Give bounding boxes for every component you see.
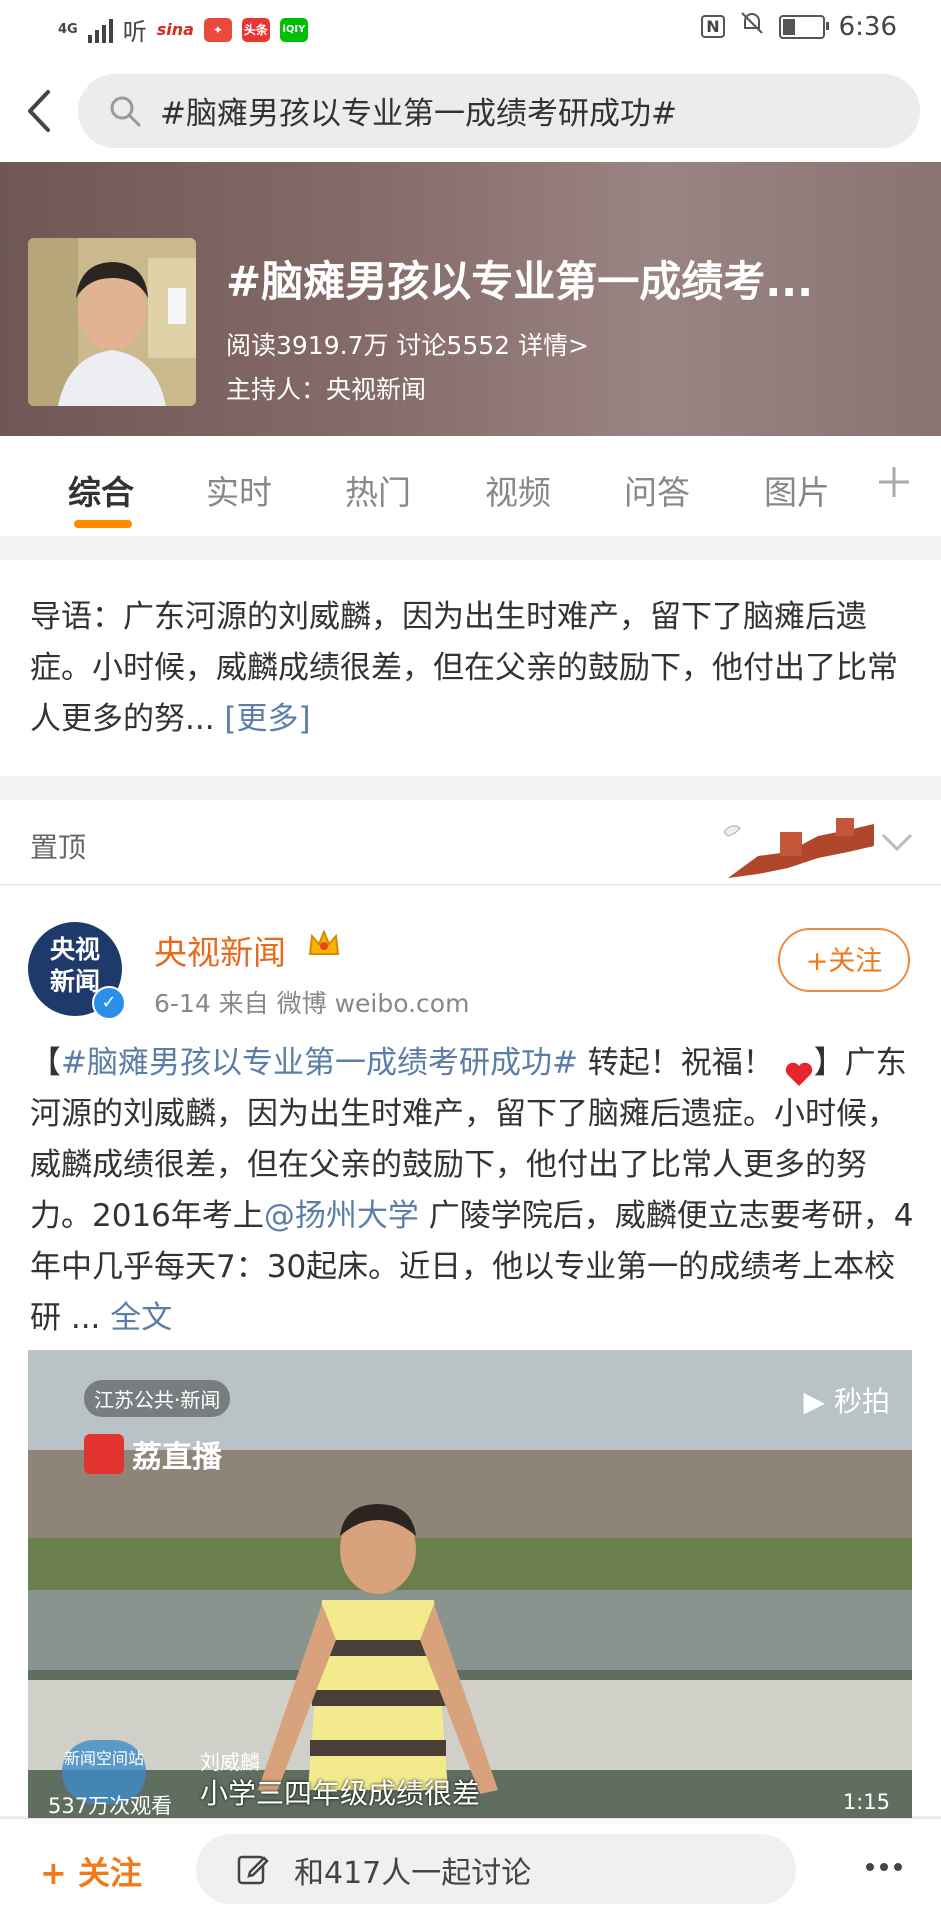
video-view-count: 537万次观看	[48, 1794, 173, 1818]
subtitle-name-tag: 刘威麟	[200, 1750, 260, 1774]
signal-icon	[87, 17, 113, 43]
bottom-follow-button[interactable]: + 关注	[40, 1848, 142, 1894]
active-tab-indicator	[74, 520, 132, 528]
tab-qa[interactable]: 问答	[624, 466, 690, 514]
miaopai-label: 秒拍	[833, 1385, 890, 1418]
search-icon	[108, 94, 142, 128]
great-wall-decoration-icon	[718, 812, 878, 880]
iqiyi-app-icon: iQIY	[279, 17, 308, 42]
more-dots-icon[interactable]	[864, 1858, 904, 1871]
pinned-label: 置顶	[30, 831, 87, 864]
battery-icon	[778, 14, 829, 39]
video-duration: 1:15	[842, 1790, 890, 1814]
ting-app-icon: 听	[122, 18, 147, 46]
post-text-part1: 转起！祝福！	[577, 1045, 774, 1081]
status-right: N 6:36	[701, 10, 897, 43]
plus-icon[interactable]	[876, 464, 912, 500]
tab-hot[interactable]: 热门	[345, 466, 411, 514]
toutiao-app-icon: 头条	[241, 17, 270, 42]
avatar-text-line2: 新闻	[49, 967, 100, 996]
post-meta: 6-14 来自 微博 weibo.com	[154, 989, 470, 1018]
post-text: 【#脑瘫男孩以专业第一成绩考研成功# 转起！祝福！ 】广东河源的刘威麟，因为出生…	[30, 1038, 916, 1344]
status-left: 4G 听 sina ✦ 头条 iQIY	[58, 12, 308, 47]
tab-realtime[interactable]: 实时	[206, 466, 272, 514]
network-label: 4G	[58, 22, 78, 37]
topic-intro-text: 导语：广东河源的刘威麟，因为出生时难产，留下了脑瘫后遗症。小时候，威麟成绩很差，…	[30, 592, 910, 745]
nfc-icon: N	[701, 15, 725, 38]
lizhibo-label: 荔直播	[132, 1440, 222, 1475]
full-text-link[interactable]: 全文	[110, 1300, 172, 1336]
post-text-prefix: 【	[30, 1045, 61, 1081]
topic-avatar[interactable]	[28, 238, 196, 406]
video-player[interactable]: 江苏公共·新闻 荔直播 ▶ 秒拍 新闻空间站 刘威麟 小学三四年级成绩很差 53…	[28, 1350, 912, 1818]
avatar-text-line1: 央视	[49, 935, 100, 964]
lizhibo-play-icon	[84, 1434, 124, 1474]
lizhibo-logo: 荔直播	[84, 1432, 222, 1476]
tab-video[interactable]: 视频	[485, 466, 551, 514]
mute-bell-icon	[739, 10, 765, 43]
intro-body: 导语：广东河源的刘威麟，因为出生时难产，留下了脑瘫后遗症。小时候，威麟成绩很差，…	[30, 599, 898, 737]
intro-more-link[interactable]: [更多]	[224, 701, 310, 737]
follow-button[interactable]: +关注	[778, 928, 910, 992]
verified-badge-icon: ✓	[92, 986, 126, 1020]
crown-icon	[306, 926, 342, 962]
search-query[interactable]: #脑瘫男孩以专业第一成绩考研成功#	[160, 88, 677, 133]
tab-images[interactable]: 图片	[764, 466, 830, 514]
post-hashtag[interactable]: #脑瘫男孩以专业第一成绩考研成功#	[61, 1045, 578, 1081]
clock-time: 6:36	[838, 11, 897, 42]
heart-icon	[784, 1052, 814, 1086]
video-child-figure	[258, 1504, 498, 1794]
video-caption: 小学三四年级成绩很差	[200, 1777, 481, 1810]
post-mention[interactable]: @扬州大学	[264, 1198, 419, 1234]
jiangsu-tv-logo: 江苏公共·新闻	[84, 1380, 231, 1417]
sina-app-icon: sina	[156, 20, 194, 39]
topic-stats[interactable]: 阅读3919.7万 讨论5552 详情>	[226, 326, 589, 362]
chevron-down-icon[interactable]	[880, 830, 914, 854]
author-name[interactable]: 央视新闻	[154, 926, 286, 974]
miaopai-play-icon: ▶	[803, 1385, 834, 1418]
weibo-news-icon: ✦	[203, 17, 232, 42]
edit-pencil-icon	[236, 1852, 270, 1886]
discuss-text[interactable]: 和417人一起讨论	[294, 1848, 531, 1892]
back-arrow-icon[interactable]	[22, 86, 58, 136]
miaopai-logo: ▶ 秒拍	[804, 1380, 890, 1420]
topic-host: 主持人：央视新闻	[226, 375, 427, 404]
topic-title: #脑瘫男孩以专业第一成绩考...	[226, 257, 814, 306]
tab-comprehensive[interactable]: 综合	[68, 466, 134, 514]
